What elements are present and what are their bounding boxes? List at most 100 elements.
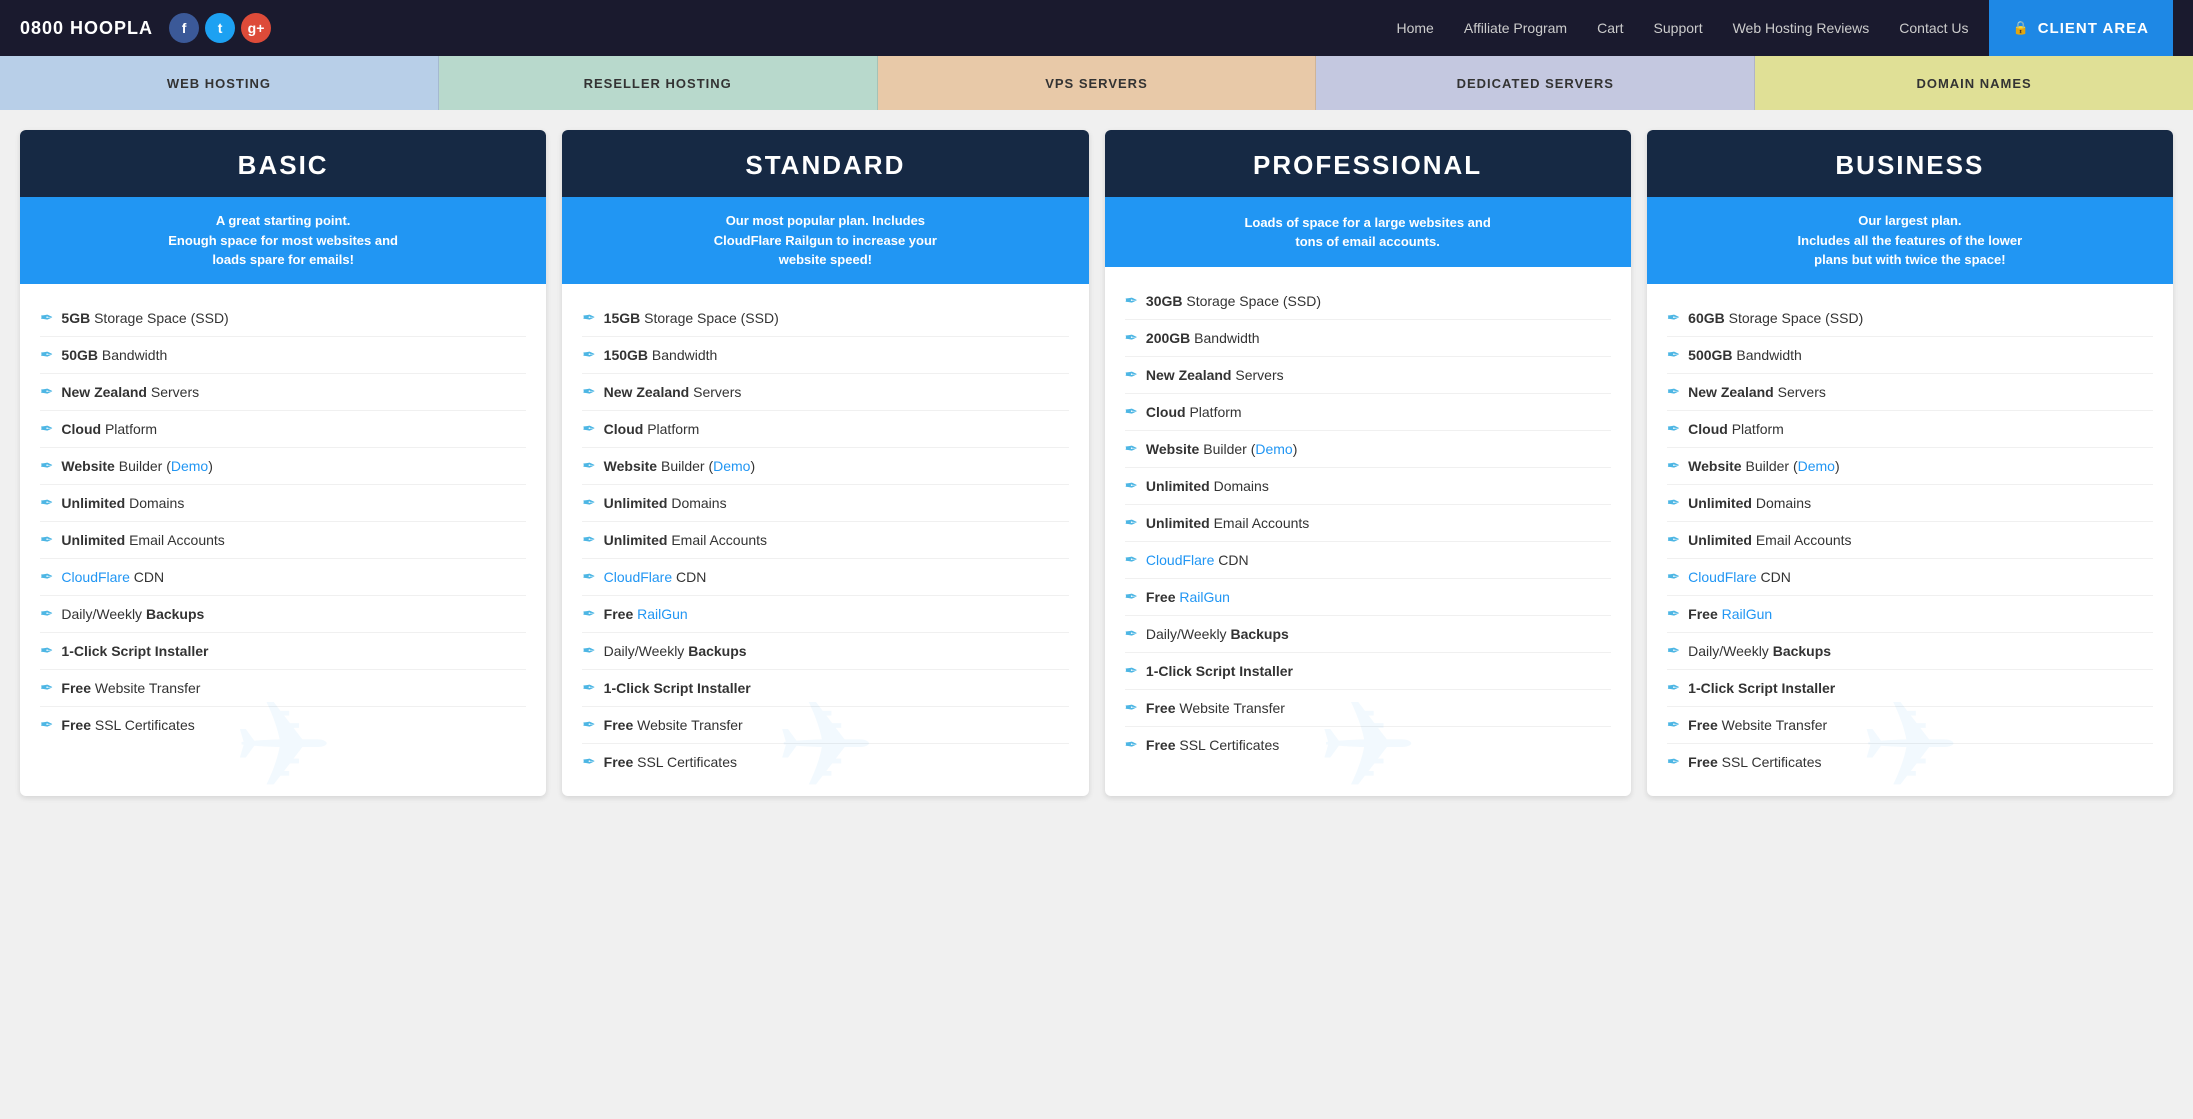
tab-reseller-hosting[interactable]: RESELLER HOSTING (439, 56, 878, 110)
professional-subtitle: Loads of space for a large websites andt… (1105, 197, 1631, 267)
check-icon: ✒ (40, 715, 53, 735)
check-icon: ✒ (40, 382, 53, 402)
plan-basic: BASIC A great starting point.Enough spac… (20, 130, 546, 796)
client-area-button[interactable]: 🔒 CLIENT AREA (1989, 0, 2173, 56)
list-item: ✒Unlimited Domains (582, 485, 1068, 522)
list-item: ✒Cloud Platform (1125, 394, 1611, 431)
check-icon: ✒ (582, 641, 595, 661)
list-item: ✒5GB Storage Space (SSD) (40, 300, 526, 337)
check-icon: ✒ (1125, 735, 1138, 755)
list-item: ✒200GB Bandwidth (1125, 320, 1611, 357)
list-item: ✒Free RailGun (1125, 579, 1611, 616)
railgun-link[interactable]: RailGun (1722, 606, 1773, 622)
check-icon: ✒ (40, 604, 53, 624)
standard-features: ✒15GB Storage Space (SSD) ✒150GB Bandwid… (562, 284, 1088, 796)
list-item: ✒Unlimited Domains (1667, 485, 2153, 522)
check-icon: ✒ (40, 567, 53, 587)
facebook-icon[interactable]: f (169, 13, 199, 43)
lock-icon: 🔒 (2013, 20, 2030, 36)
standard-header: STANDARD (562, 130, 1088, 197)
demo-link[interactable]: Demo (1255, 441, 1292, 457)
tab-dedicated-servers[interactable]: DEDICATED SERVERS (1316, 56, 1755, 110)
check-icon: ✒ (1667, 604, 1680, 624)
check-icon: ✒ (582, 382, 595, 402)
tab-web-hosting[interactable]: WEB HOSTING (0, 56, 439, 110)
list-item: ✒New Zealand Servers (582, 374, 1068, 411)
list-item: ✒CloudFlare CDN (1125, 542, 1611, 579)
basic-title: BASIC (36, 150, 530, 181)
nav-contact[interactable]: Contact Us (1899, 20, 1968, 36)
check-icon: ✒ (1125, 550, 1138, 570)
cloudflare-link[interactable]: CloudFlare (1146, 552, 1214, 568)
list-item: ✒Website Builder (Demo) (1667, 448, 2153, 485)
check-icon: ✒ (1667, 419, 1680, 439)
list-item: ✒New Zealand Servers (1125, 357, 1611, 394)
cloudflare-link[interactable]: CloudFlare (604, 569, 672, 585)
check-icon: ✒ (1125, 291, 1138, 311)
check-icon: ✒ (1125, 587, 1138, 607)
check-icon: ✒ (582, 715, 595, 735)
tab-domain-names[interactable]: DOMAIN NAMES (1755, 56, 2193, 110)
list-item: ✒1-Click Script Installer (582, 670, 1068, 707)
check-icon: ✒ (1667, 308, 1680, 328)
list-item: ✒Free Website Transfer (40, 670, 526, 707)
check-icon: ✒ (40, 678, 53, 698)
check-icon: ✒ (1125, 365, 1138, 385)
business-title: BUSINESS (1663, 150, 2157, 181)
nav-affiliate[interactable]: Affiliate Program (1464, 20, 1567, 36)
list-item: ✒1-Click Script Installer (1125, 653, 1611, 690)
check-icon: ✒ (1125, 624, 1138, 644)
client-area-label: CLIENT AREA (2038, 20, 2149, 37)
check-icon: ✒ (582, 493, 595, 513)
nav-support[interactable]: Support (1654, 20, 1703, 36)
list-item: ✒Unlimited Email Accounts (40, 522, 526, 559)
railgun-link[interactable]: RailGun (637, 606, 688, 622)
plan-standard: STANDARD Our most popular plan. Includes… (562, 130, 1088, 796)
demo-link[interactable]: Demo (713, 458, 750, 474)
list-item: ✒Free Website Transfer (582, 707, 1068, 744)
list-item: ✒CloudFlare CDN (1667, 559, 2153, 596)
list-item: ✒15GB Storage Space (SSD) (582, 300, 1068, 337)
check-icon: ✒ (582, 604, 595, 624)
list-item: ✒Unlimited Email Accounts (1125, 505, 1611, 542)
nav-reviews[interactable]: Web Hosting Reviews (1733, 20, 1870, 36)
list-item: ✒Free SSL Certificates (1667, 744, 2153, 780)
check-icon: ✒ (582, 419, 595, 439)
cloudflare-link[interactable]: CloudFlare (61, 569, 129, 585)
check-icon: ✒ (1667, 752, 1680, 772)
list-item: ✒Daily/Weekly Backups (1125, 616, 1611, 653)
list-item: ✒Daily/Weekly Backups (40, 596, 526, 633)
check-icon: ✒ (40, 345, 53, 365)
demo-link[interactable]: Demo (1798, 458, 1835, 474)
check-icon: ✒ (40, 419, 53, 439)
list-item: ✒Free RailGun (582, 596, 1068, 633)
google-plus-icon[interactable]: g+ (241, 13, 271, 43)
list-item: ✒Unlimited Domains (40, 485, 526, 522)
twitter-icon[interactable]: t (205, 13, 235, 43)
check-icon: ✒ (1667, 715, 1680, 735)
check-icon: ✒ (582, 456, 595, 476)
plan-business: BUSINESS Our largest plan.Includes all t… (1647, 130, 2173, 796)
nav-home[interactable]: Home (1397, 20, 1434, 36)
cloudflare-link[interactable]: CloudFlare (1688, 569, 1756, 585)
check-icon: ✒ (40, 530, 53, 550)
list-item: ✒Cloud Platform (40, 411, 526, 448)
nav-cart[interactable]: Cart (1597, 20, 1623, 36)
check-icon: ✒ (1667, 456, 1680, 476)
list-item: ✒Cloud Platform (582, 411, 1068, 448)
check-icon: ✒ (1125, 513, 1138, 533)
list-item: ✒CloudFlare CDN (40, 559, 526, 596)
list-item: ✒Website Builder (Demo) (1125, 431, 1611, 468)
check-icon: ✒ (40, 308, 53, 328)
list-item: ✒Cloud Platform (1667, 411, 2153, 448)
check-icon: ✒ (1125, 328, 1138, 348)
demo-link[interactable]: Demo (171, 458, 208, 474)
tab-vps-servers[interactable]: VPS SERVERS (878, 56, 1317, 110)
list-item: ✒Website Builder (Demo) (40, 448, 526, 485)
list-item: ✒Free SSL Certificates (40, 707, 526, 743)
list-item: ✒Daily/Weekly Backups (1667, 633, 2153, 670)
railgun-link[interactable]: RailGun (1179, 589, 1230, 605)
list-item: ✒Free Website Transfer (1667, 707, 2153, 744)
check-icon: ✒ (582, 567, 595, 587)
check-icon: ✒ (1667, 567, 1680, 587)
